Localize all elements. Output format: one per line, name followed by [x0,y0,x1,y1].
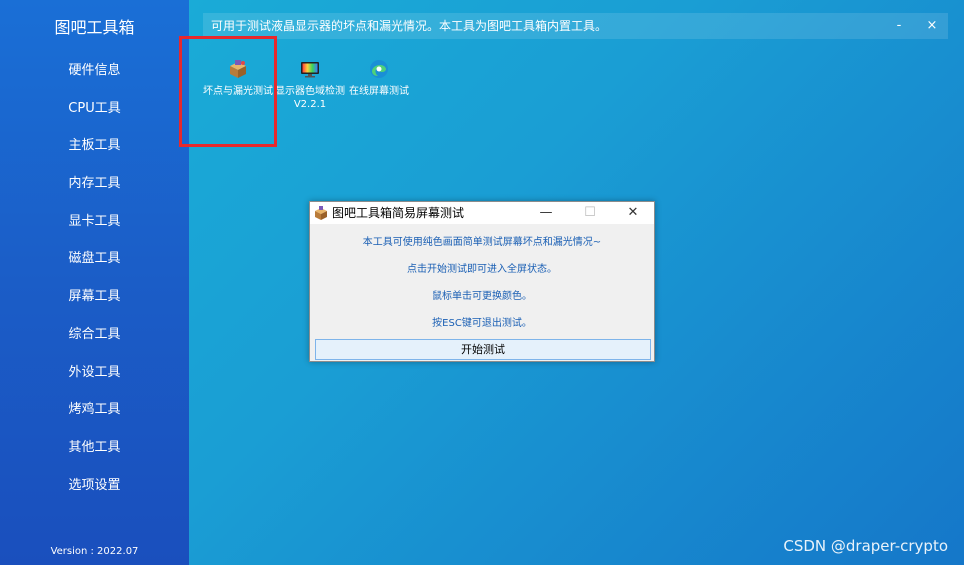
sidebar-item-motherboard-tools[interactable]: 主板工具 [0,127,189,165]
sidebar-item-cpu-tools[interactable]: CPU工具 [0,90,189,128]
close-button[interactable]: × [919,13,945,39]
tool-color-gamut-check[interactable]: 显示器色域检测V2.2.1 [274,58,346,111]
dialog-minimize-button[interactable]: — [524,202,568,224]
app-title: 图吧工具箱 [54,18,135,37]
tool-description-bar: 可用于测试液晶显示器的坏点和漏光情况。本工具为图吧工具箱内置工具。 [203,13,948,39]
sidebar-item-peripheral-tools[interactable]: 外设工具 [0,354,189,392]
tool-online-screen-test[interactable]: 在线屏幕测试 [343,58,415,98]
sidebar-item-stress-tools[interactable]: 烤鸡工具 [0,391,189,429]
dialog-line: 按ESC键可退出测试。 [432,318,532,329]
sidebar-item-general-tools[interactable]: 综合工具 [0,316,189,354]
dialog-close-button[interactable]: ✕ [611,202,655,224]
sidebar-item-other-tools[interactable]: 其他工具 [0,429,189,467]
sidebar-item-settings[interactable]: 选项设置 [0,467,189,505]
tool-label: 在线屏幕测试 [349,86,409,97]
dialog-title: 图吧工具箱简易屏幕测试 [332,206,465,220]
sidebar-item-screen-tools[interactable]: 屏幕工具 [0,278,189,316]
sidebar-item-memory-tools[interactable]: 内存工具 [0,165,189,203]
version-label: Version : 2022.07 [50,546,139,557]
dialog-title-bar: 图吧工具箱简易屏幕测试 — ☐ ✕ [310,202,654,224]
edge-browser-icon [370,60,388,78]
dialog-line: 本工具可使用纯色画面简单测试屏幕坏点和漏光情况~ [362,237,602,248]
watermark: CSDN @draper-crypto [783,537,948,555]
dialog-line: 点击开始测试即可进入全屏状态。 [407,264,557,275]
highlight-box [179,36,277,147]
sidebar: 图吧工具箱 硬件信息 CPU工具 主板工具 内存工具 显卡工具 磁盘工具 屏幕工… [0,0,189,565]
sidebar-item-disk-tools[interactable]: 磁盘工具 [0,240,189,278]
dialog-line: 鼠标单击可更换颜色。 [432,291,532,302]
sidebar-item-hardware-info[interactable]: 硬件信息 [0,52,189,90]
dialog-body: 本工具可使用纯色画面简单测试屏幕坏点和漏光情况~ 点击开始测试即可进入全屏状态。… [310,224,654,337]
box-icon [315,206,327,220]
dialog-maximize-button[interactable]: ☐ [568,202,612,224]
monitor-icon [301,62,319,78]
minimize-button[interactable]: - [886,13,912,39]
sidebar-nav: 硬件信息 CPU工具 主板工具 内存工具 显卡工具 磁盘工具 屏幕工具 综合工具… [0,52,189,504]
tool-label: 显示器色域检测V2.2.1 [275,86,345,110]
start-test-button[interactable]: 开始测试 [315,339,651,360]
screen-test-dialog: 图吧工具箱简易屏幕测试 — ☐ ✕ 本工具可使用纯色画面简单测试屏幕坏点和漏光情… [309,201,655,362]
sidebar-item-gpu-tools[interactable]: 显卡工具 [0,203,189,241]
